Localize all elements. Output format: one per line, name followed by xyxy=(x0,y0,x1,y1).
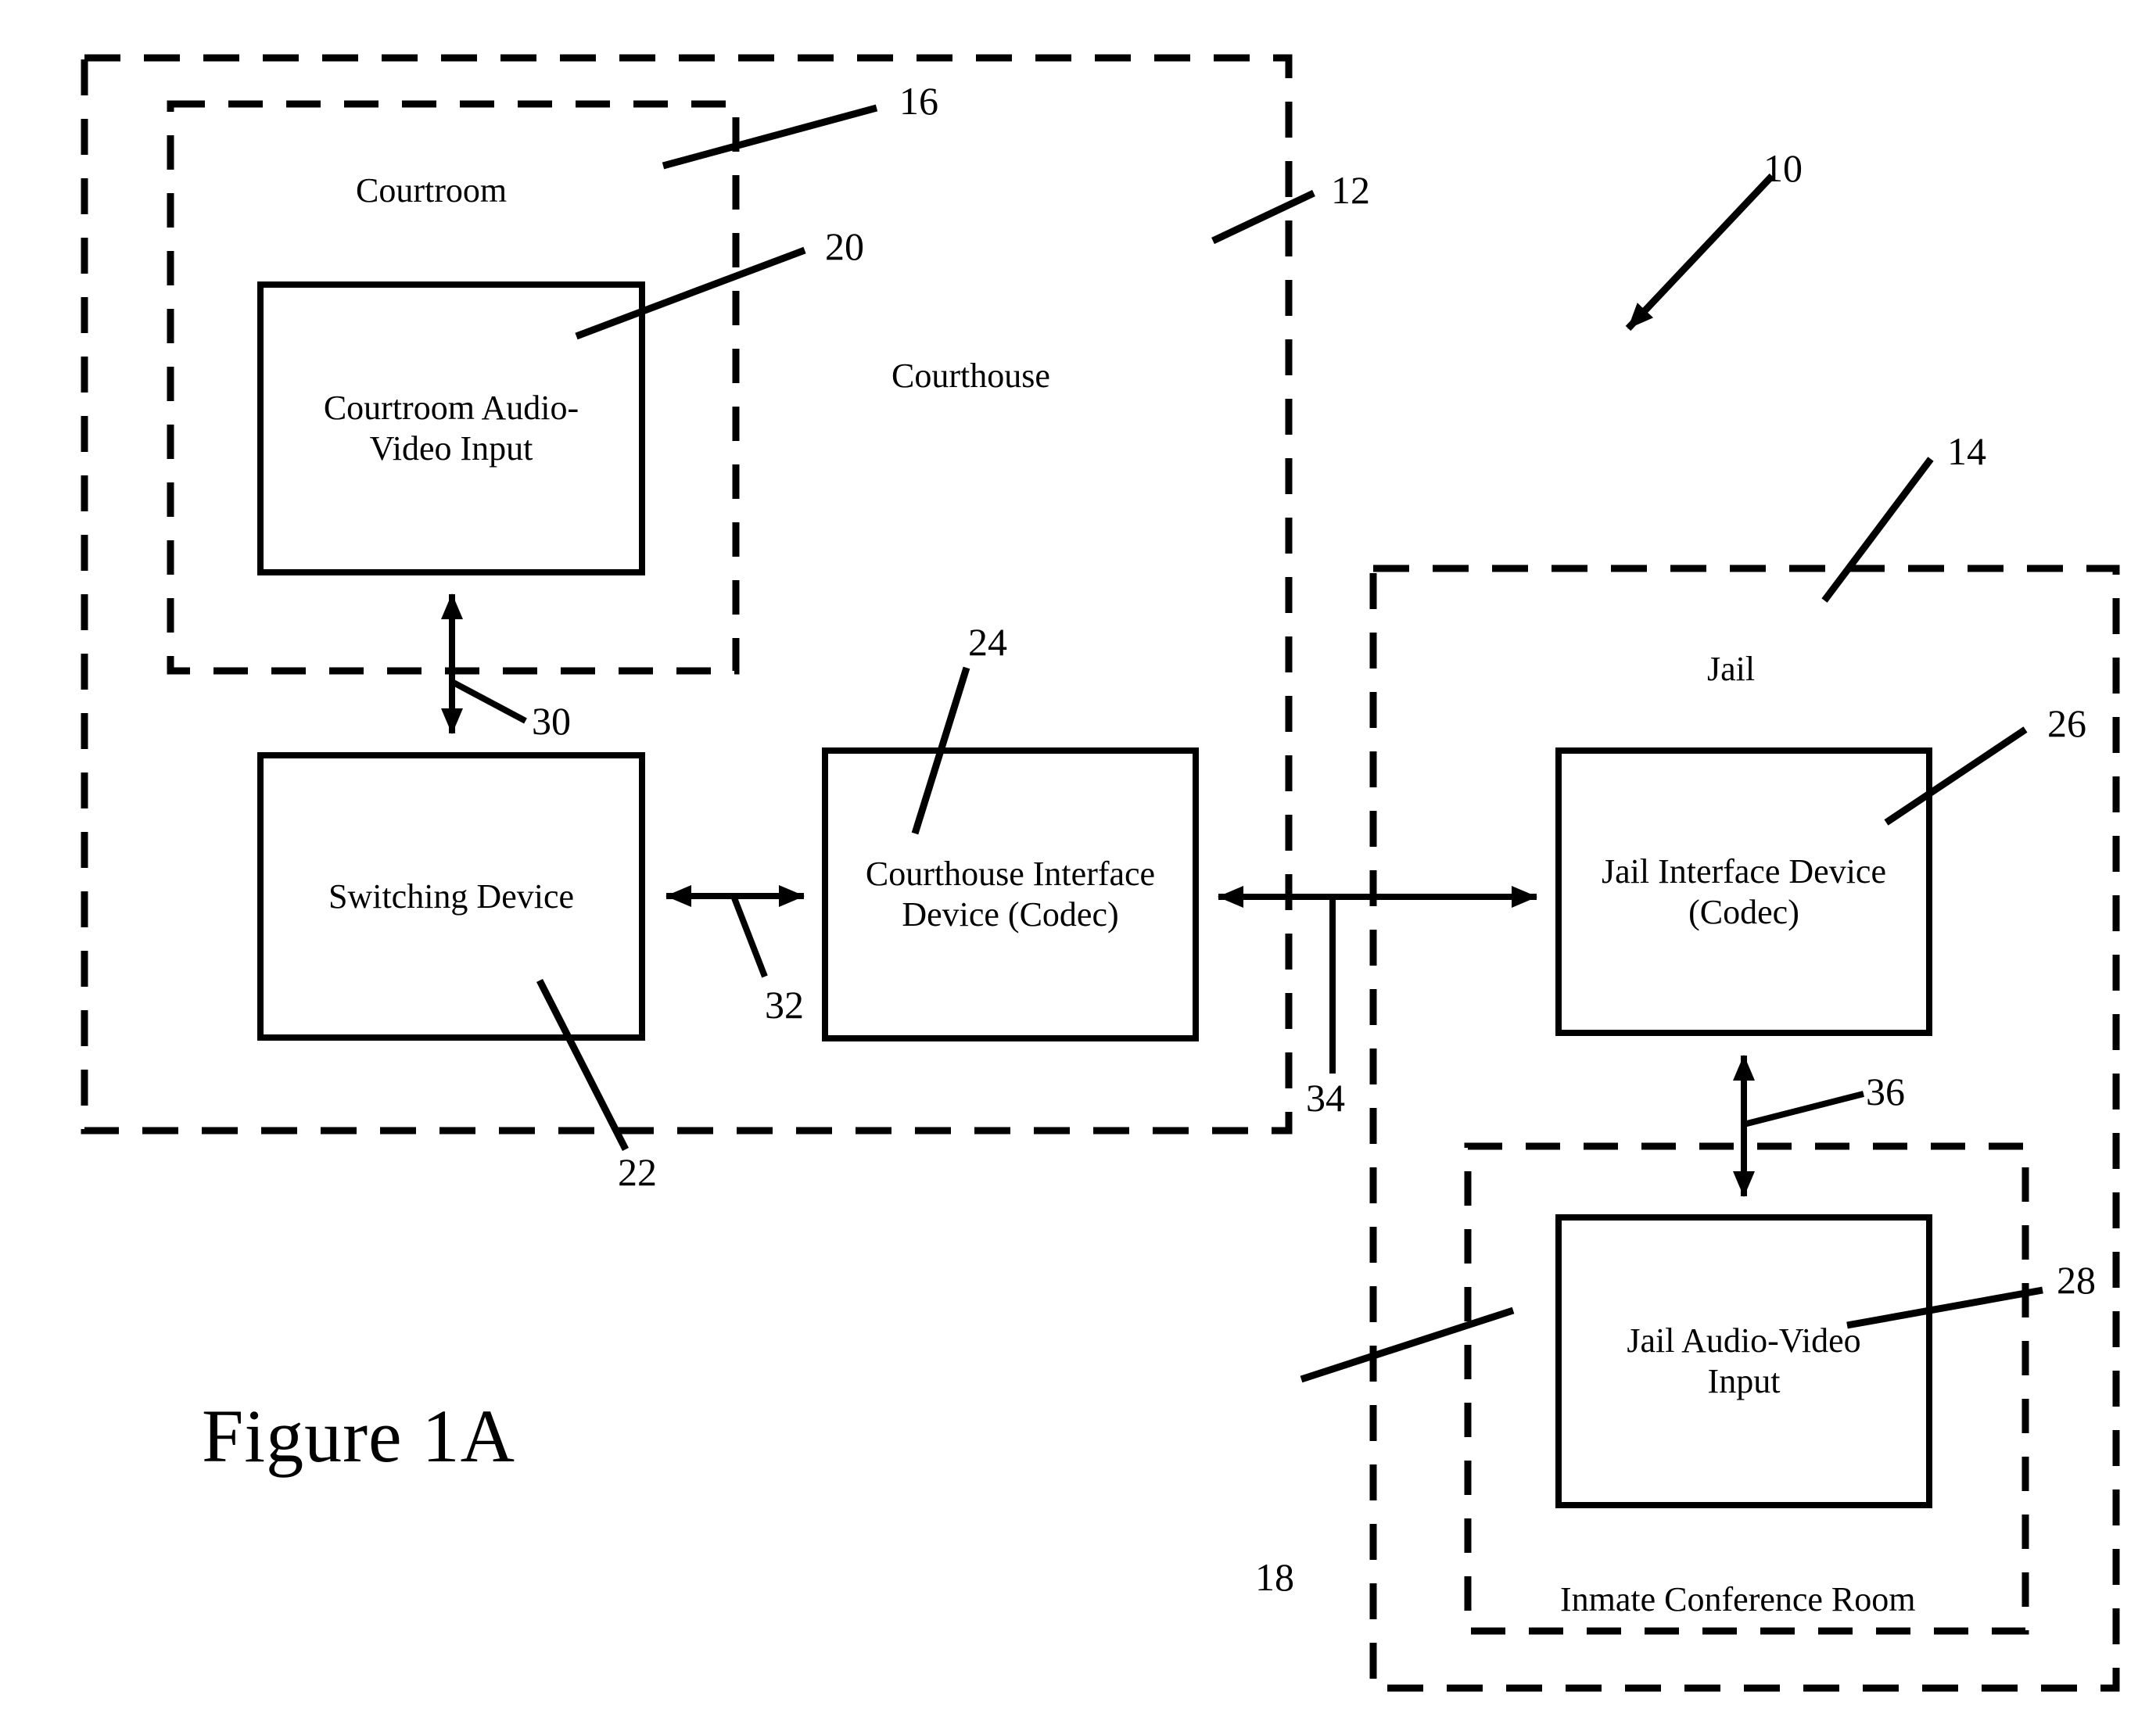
connector-30 xyxy=(441,593,527,734)
jail-interface-device-label-line1: Jail Interface Device xyxy=(1602,851,1886,891)
ref-numeral-24: 24 xyxy=(968,620,1007,664)
jail-interface-device-label-line2: (Codec) xyxy=(1688,892,1799,931)
ref-numeral-12: 12 xyxy=(1331,168,1370,212)
ref-numeral-28: 28 xyxy=(2057,1258,2096,1302)
courthouse-interface-device-label-line2: Device (Codec) xyxy=(902,895,1119,934)
switching-device-label: Switching Device xyxy=(328,876,575,916)
courtroom-av-input-label-line2: Video Input xyxy=(369,429,533,468)
connector-36 xyxy=(1733,1055,1864,1197)
courthouse-zone-label: Courthouse xyxy=(891,357,1050,395)
jail-av-input-label-line2: Input xyxy=(1707,1362,1781,1400)
leader-16 xyxy=(662,104,878,170)
ref-numeral-26: 26 xyxy=(2047,701,2086,745)
jail-zone-label: Jail xyxy=(1707,650,1756,688)
ref-numeral-14: 14 xyxy=(1947,429,1986,473)
ref-numeral-36: 36 xyxy=(1866,1070,1905,1113)
courthouse-interface-device-label-line1: Courthouse Interface xyxy=(865,855,1156,894)
courtroom-zone-label: Courtroom xyxy=(356,171,508,210)
courtroom-av-input-label-line1: Courtroom Audio- xyxy=(323,389,579,428)
leader-18 xyxy=(1300,1307,1515,1383)
leader-12 xyxy=(1211,189,1315,245)
figure-canvas: Courtroom Courthouse Jail Inmate Confere… xyxy=(0,0,2156,1735)
connector-34 xyxy=(1218,886,1537,1074)
figure-title: Figure 1A xyxy=(202,1394,515,1478)
jail-av-input-label-line1: Jail Audio-Video xyxy=(1627,1321,1861,1360)
connector-32 xyxy=(665,885,805,978)
leader-14 xyxy=(1821,457,1934,603)
ref-numeral-34: 34 xyxy=(1306,1076,1345,1120)
ref-numeral-10: 10 xyxy=(1763,146,1803,190)
ref-numeral-22: 22 xyxy=(618,1150,657,1194)
ref-numeral-18: 18 xyxy=(1255,1555,1294,1599)
leader-10 xyxy=(1625,173,1775,332)
courtroom-av-input-label: Courtroom Audio- Video Input xyxy=(260,285,642,572)
ref-numeral-16: 16 xyxy=(899,79,938,123)
ref-numeral-20: 20 xyxy=(825,224,864,268)
ref-numeral-32: 32 xyxy=(765,983,804,1027)
ref-numeral-30: 30 xyxy=(532,699,571,743)
jail-interface-device-label: Jail Interface Device (Codec) xyxy=(1551,751,1937,1033)
jail-av-input-label: Jail Audio-Video Input xyxy=(1559,1217,1929,1505)
inmate-conference-room-zone-label: Inmate Conference Room xyxy=(1560,1580,1916,1618)
courthouse-interface-device-label: Courthouse Interface Device (Codec) xyxy=(809,751,1211,1038)
